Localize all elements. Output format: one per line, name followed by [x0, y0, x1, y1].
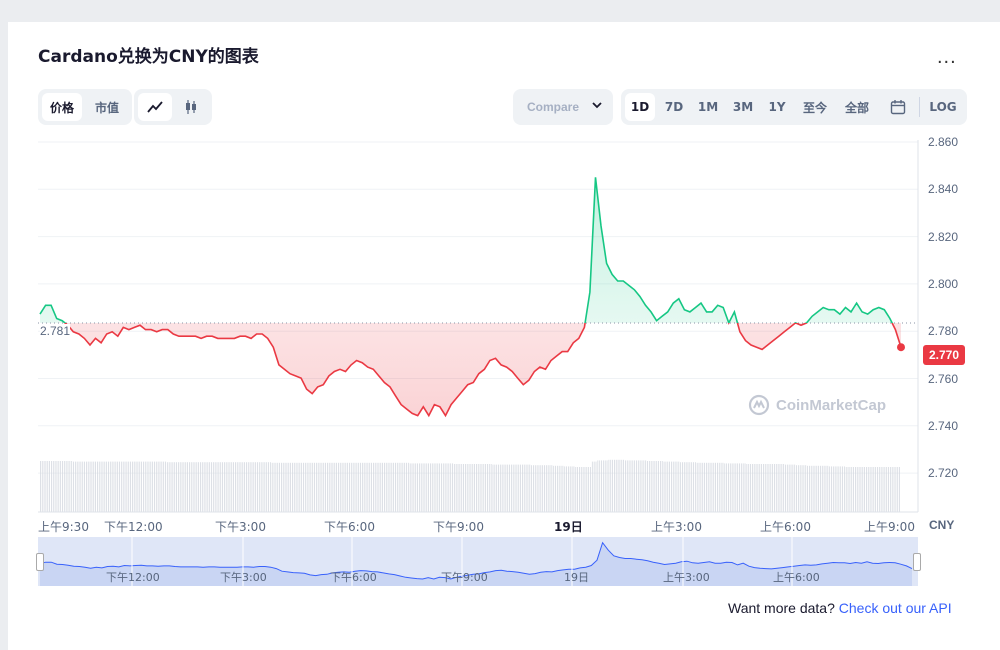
navigator-tick-label: 下午9:00 — [441, 571, 488, 584]
footer-text: Want more data? — [728, 600, 835, 616]
navigator-left-handle[interactable] — [36, 553, 44, 571]
navigator-tick-label: 上午6:00 — [773, 571, 820, 584]
navigator-tick-label: 下午3:00 — [220, 571, 267, 584]
navigator-tick-label: 下午12:00 — [106, 571, 160, 584]
api-link[interactable]: Check out our API — [839, 600, 952, 616]
navigator-right-handle[interactable] — [913, 553, 921, 571]
navigator-tick-label: 19日 — [564, 571, 589, 584]
navigator-tick-label: 下午6:00 — [330, 571, 377, 584]
footer: Want more data? Check out our API — [728, 600, 952, 616]
navigator-line — [39, 537, 913, 586]
navigator-tick-label: 上午3:00 — [663, 571, 710, 584]
